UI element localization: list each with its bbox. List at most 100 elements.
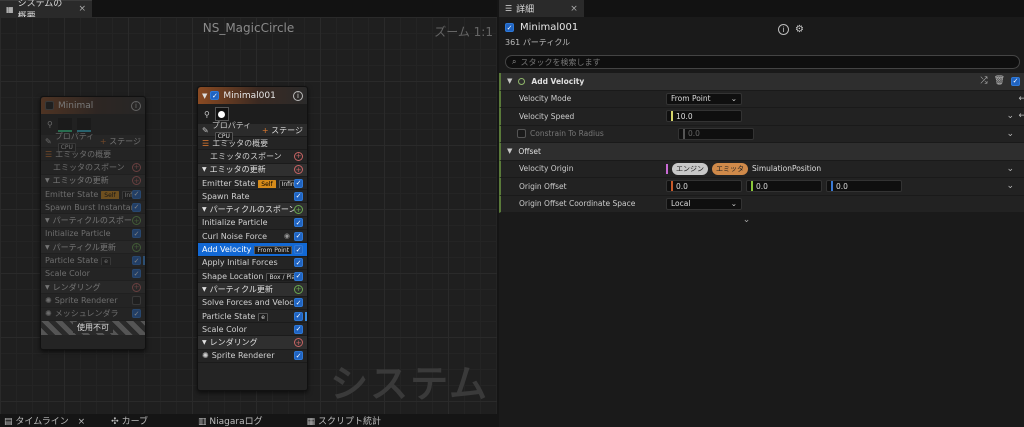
category-offset[interactable]: ▼ Offset bbox=[499, 143, 1024, 161]
add-module-icon[interactable]: + bbox=[294, 165, 303, 175]
module-row[interactable]: ✺ Sprite Renderer ✓ bbox=[198, 350, 307, 364]
velocity-mode-dropdown[interactable]: From Point ⌄ bbox=[666, 92, 742, 105]
enable-checkbox[interactable]: ✓ bbox=[210, 91, 220, 100]
graph-canvas[interactable]: NS_MagicCircle ズーム 1:1 システム Minimal i ⚲ bbox=[0, 17, 497, 414]
add-module-icon[interactable]: + bbox=[294, 205, 303, 215]
add-module-icon[interactable]: + bbox=[132, 162, 141, 172]
module-enable-checkbox[interactable]: ✓ bbox=[132, 229, 141, 239]
module-row[interactable]: Shape LocationBox / Plane✓ bbox=[198, 270, 307, 284]
module-row[interactable]: Initialize Particle ✓ bbox=[41, 228, 145, 242]
module-row[interactable]: Scale Color ✓ bbox=[41, 268, 145, 281]
module-enable-checkbox[interactable]: ✓ bbox=[132, 269, 141, 279]
stage-section-row[interactable]: ▼ パーティクルのスポーン + bbox=[41, 214, 145, 228]
add-module-icon[interactable]: + bbox=[294, 338, 303, 348]
module-row[interactable]: Particle State e ✓ bbox=[41, 254, 145, 268]
module-row[interactable]: ✺ Sprite Renderer bbox=[41, 294, 145, 308]
stage-section-row[interactable]: ▼ パーティクル更新 + bbox=[41, 241, 145, 255]
reset-arrow-icon[interactable]: ↩ bbox=[1018, 94, 1024, 104]
add-module-icon[interactable]: + bbox=[132, 242, 141, 252]
stage-section-row[interactable]: ▼ パーティクルのスポーン + bbox=[198, 203, 307, 217]
emitter-spawn-row[interactable]: エミッタのスポーン + bbox=[41, 161, 145, 175]
module-enable-checkbox[interactable]: ✓ bbox=[1011, 76, 1020, 86]
module-enable-checkbox[interactable]: ✓ bbox=[294, 351, 303, 361]
module-enable-checkbox[interactable] bbox=[132, 295, 141, 305]
tab-curves[interactable]: ✣ カーブ bbox=[111, 414, 154, 427]
module-row[interactable]: Add Velocity From Point ✓ bbox=[198, 243, 307, 257]
module-enable-checkbox[interactable]: ✓ bbox=[294, 271, 303, 281]
coordinate-space-dropdown[interactable]: Local ⌄ bbox=[666, 197, 742, 210]
constrain-checkbox[interactable] bbox=[517, 129, 526, 139]
stack-search-input[interactable]: ⌕ スタックを検索します bbox=[505, 55, 1020, 69]
module-enable-checkbox[interactable]: ✓ bbox=[132, 256, 141, 266]
velocity-origin-value[interactable]: SimulationPosition bbox=[752, 164, 821, 173]
tab-details[interactable]: ☰ 詳細 × bbox=[499, 0, 584, 17]
origin-offset-z[interactable]: 0.0 bbox=[826, 180, 902, 193]
close-icon[interactable]: × bbox=[78, 417, 86, 427]
module-enable-checkbox[interactable]: ✓ bbox=[294, 191, 303, 201]
emitter-summary-row[interactable]: ☰ エミッタの概要 bbox=[198, 137, 307, 151]
enable-checkbox[interactable]: ✓ bbox=[505, 23, 514, 32]
emitter-summary-row[interactable]: ☰ エミッタの概要 bbox=[41, 148, 145, 162]
module-row[interactable]: Spawn Rate ✓ bbox=[198, 190, 307, 204]
module-enable-checkbox[interactable]: ✓ bbox=[294, 178, 303, 188]
add-module-icon[interactable]: + bbox=[132, 282, 141, 292]
module-row[interactable]: Curl Noise Force ◉ ✓ bbox=[198, 230, 307, 244]
chevron-down-icon[interactable]: ⌄ bbox=[1006, 129, 1014, 139]
node-header[interactable]: Minimal i bbox=[41, 97, 145, 114]
enable-checkbox[interactable] bbox=[45, 101, 54, 110]
section-add-velocity[interactable]: ▼ Add Velocity ⤮ 🗑 ✓ bbox=[499, 73, 1024, 91]
module-row[interactable]: Solve Forces and Velocity ✓ bbox=[198, 297, 307, 310]
module-row[interactable]: ✺ メッシュレンダラ ✓ bbox=[41, 308, 145, 321]
stage-section-row[interactable]: ▼ パーティクル更新 + bbox=[198, 283, 307, 297]
stage-button[interactable]: + ステージ bbox=[262, 125, 303, 136]
module-enable-checkbox[interactable]: ✓ bbox=[294, 231, 303, 241]
stage-section-row[interactable]: ▼ レンダリング + bbox=[41, 280, 145, 295]
info-icon[interactable]: i bbox=[131, 100, 141, 111]
chevron-down-icon[interactable]: ⌄ bbox=[1006, 164, 1014, 174]
chevron-down-icon[interactable]: ⌄ bbox=[1006, 181, 1014, 191]
close-icon[interactable]: × bbox=[570, 4, 578, 14]
module-enable-checkbox[interactable]: ✓ bbox=[294, 245, 303, 255]
module-enable-checkbox[interactable]: ✓ bbox=[294, 298, 303, 308]
module-row[interactable]: Emitter StateSelfInfinite✓ bbox=[198, 177, 307, 191]
properties-row[interactable]: ✎ プロパティ CPU + ステージ bbox=[41, 132, 145, 152]
tab-niagara-log[interactable]: ▥ Niagaraログ bbox=[198, 414, 269, 427]
add-module-icon[interactable]: + bbox=[294, 284, 303, 294]
shuffle-icon[interactable]: ⤮ bbox=[980, 76, 987, 86]
module-enable-checkbox[interactable]: ✓ bbox=[132, 309, 141, 319]
stage-section-row[interactable]: ▼ エミッタの更新 + bbox=[198, 163, 307, 177]
expand-advanced[interactable]: ⌄ bbox=[499, 213, 1024, 227]
node-header[interactable]: ▼ ✓ Minimal001 i bbox=[198, 87, 307, 104]
emitter-node-minimal[interactable]: Minimal i ⚲ ✎ プロパティ CPU + ステージ ☰ エミッタの概要エ… bbox=[40, 96, 146, 350]
stage-section-row[interactable]: ▼ レンダリング + bbox=[198, 336, 307, 350]
emitter-node-minimal001[interactable]: ▼ ✓ Minimal001 i ⚲ ✎ プロパティ CPU + ステージ ☰ エ… bbox=[197, 86, 308, 391]
module-enable-checkbox[interactable]: ✓ bbox=[132, 189, 141, 199]
module-row[interactable]: Spawn Burst Instantaneous✓ bbox=[41, 201, 145, 215]
properties-row[interactable]: ✎ プロパティ CPU + ステージ bbox=[198, 121, 307, 141]
add-module-icon[interactable]: + bbox=[132, 176, 141, 186]
add-module-icon[interactable]: + bbox=[132, 216, 141, 226]
tab-system-overview[interactable]: ▦ システムの概要 × bbox=[0, 0, 92, 22]
module-enable-checkbox[interactable]: ✓ bbox=[132, 202, 141, 212]
gear-icon[interactable]: ⚙ bbox=[795, 24, 804, 35]
constrain-radius-field[interactable]: 0.0 bbox=[678, 127, 754, 140]
eye-icon[interactable]: ◉ bbox=[284, 232, 290, 240]
info-icon[interactable]: i bbox=[778, 24, 790, 35]
module-row[interactable]: Apply Initial Forces ✓ bbox=[198, 257, 307, 270]
info-icon[interactable]: i bbox=[293, 90, 303, 101]
tab-timeline[interactable]: ▤ タイムライン × bbox=[4, 414, 91, 427]
collapse-icon[interactable]: ▼ bbox=[202, 92, 207, 100]
module-row[interactable]: Emitter StateSelfInfinite✓ bbox=[41, 188, 145, 202]
module-enable-checkbox[interactable]: ✓ bbox=[294, 324, 303, 334]
velocity-speed-field[interactable]: 10.0 bbox=[666, 110, 742, 123]
stage-section-row[interactable]: ▼ エミッタの更新 + bbox=[41, 174, 145, 188]
module-row[interactable]: Initialize Particle ✓ bbox=[198, 217, 307, 231]
module-enable-checkbox[interactable]: ✓ bbox=[294, 311, 303, 321]
module-enable-checkbox[interactable]: ✓ bbox=[294, 258, 303, 268]
emitter-spawn-row[interactable]: エミッタのスポーン + bbox=[198, 150, 307, 164]
module-row[interactable]: Scale Color ✓ bbox=[198, 323, 307, 337]
origin-offset-y[interactable]: 0.0 bbox=[746, 180, 822, 193]
close-icon[interactable]: × bbox=[78, 4, 86, 14]
trash-icon[interactable]: 🗑 bbox=[994, 76, 1005, 86]
add-module-icon[interactable]: + bbox=[294, 151, 303, 161]
